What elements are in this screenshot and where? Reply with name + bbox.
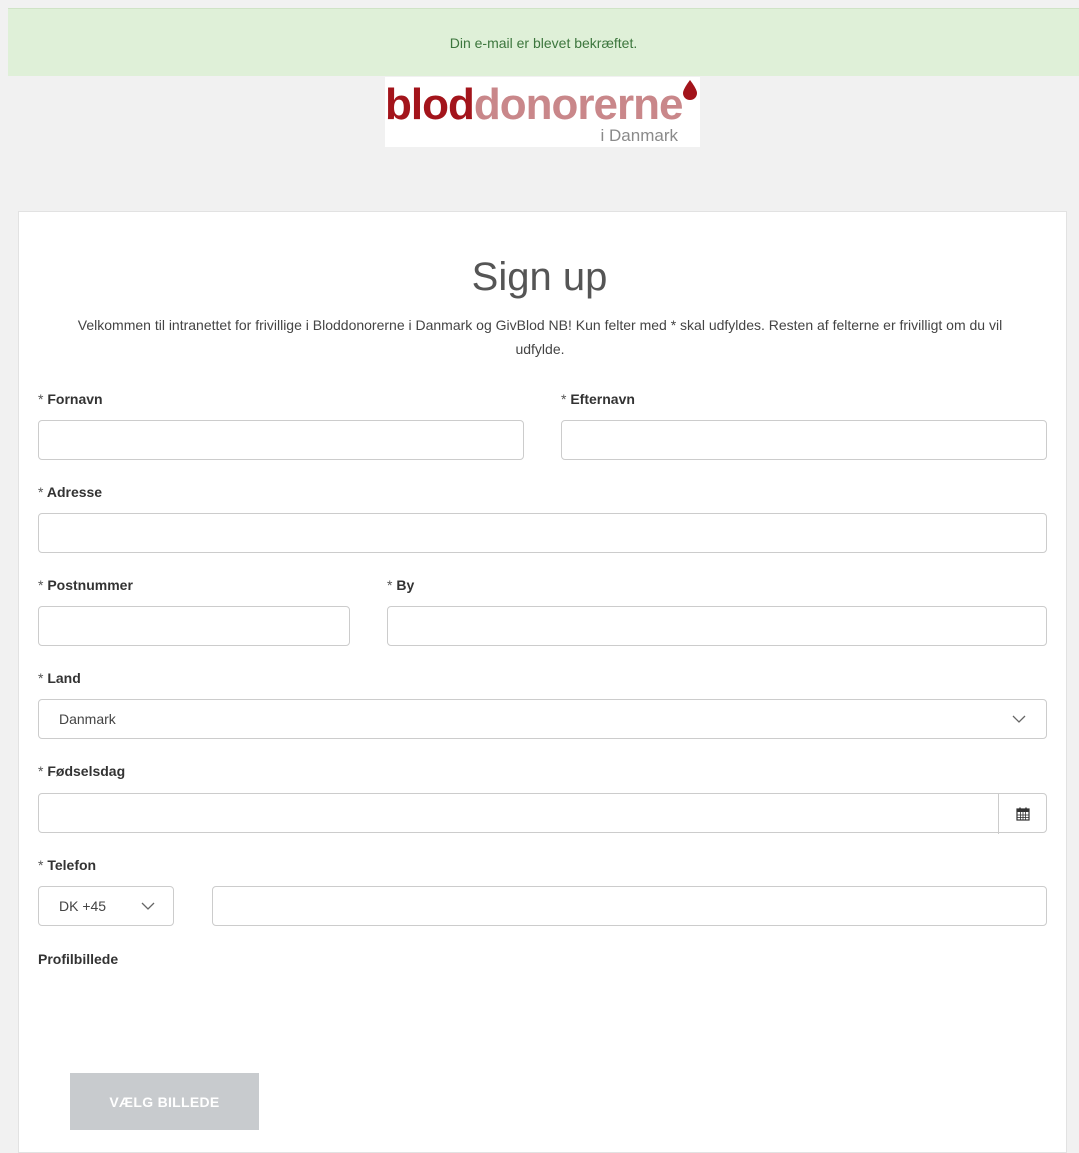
required-marker: * [38, 391, 44, 407]
telefon-input[interactable] [212, 886, 1047, 926]
email-confirmed-alert: Din e-mail er blevet bekræftet. [8, 8, 1079, 76]
adresse-label: * Adresse [38, 484, 102, 500]
country-code-select[interactable]: DK +45 [38, 886, 174, 926]
choose-image-button[interactable]: VÆLG BILLEDE [70, 1073, 259, 1130]
land-label-text: Land [47, 670, 81, 686]
page-title: Sign up [471, 255, 608, 299]
logo-part-light: donorerne [473, 80, 684, 129]
intro-text: Velkommen til intranettet for frivillige… [77, 317, 1003, 357]
land-select[interactable]: Danmark [38, 699, 1047, 739]
adresse-input[interactable] [38, 513, 1047, 553]
profilbillede-label: Profilbillede [38, 951, 119, 967]
alert-message: Din e-mail er blevet bekræftet. [449, 34, 638, 51]
efternavn-label-text: Efternavn [570, 391, 635, 407]
calendar-button[interactable] [998, 794, 1046, 834]
land-selected-value: Danmark [59, 711, 116, 727]
required-marker: * [38, 857, 44, 873]
required-marker: * [387, 577, 393, 593]
foedselsdag-label: * Fødselsdag [38, 763, 125, 779]
efternavn-label: * Efternavn [561, 391, 635, 407]
by-label: * By [387, 577, 414, 593]
efternavn-input[interactable] [561, 420, 1047, 460]
page-top-bar [0, 0, 1079, 8]
required-marker: * [38, 577, 44, 593]
calendar-icon [1015, 807, 1030, 821]
bloddonorerne-logo: bloddonorerne i Danmark [385, 77, 700, 147]
adresse-label-text: Adresse [46, 484, 103, 500]
logo-subtitle: i Danmark [600, 126, 678, 145]
required-marker: * [38, 763, 44, 779]
foedselsdag-label-text: Fødselsdag [47, 763, 126, 779]
telefon-label-text: Telefon [47, 857, 97, 873]
fornavn-label: * Fornavn [38, 391, 103, 407]
by-label-text: By [396, 577, 415, 593]
telefon-label: * Telefon [38, 857, 96, 873]
chevron-down-icon [141, 902, 155, 910]
logo-part-dark: blod [385, 80, 475, 129]
by-input[interactable] [387, 606, 1047, 646]
foedselsdag-input[interactable] [38, 793, 1047, 834]
chevron-down-icon [1012, 715, 1026, 723]
required-marker: * [38, 670, 44, 686]
land-label: * Land [38, 670, 81, 686]
logo-wordmark: bloddonorerne [385, 80, 684, 129]
postnummer-label: * Postnummer [38, 577, 133, 593]
blood-drop-icon [683, 80, 697, 100]
required-marker: * [561, 391, 567, 407]
fornavn-label-text: Fornavn [47, 391, 103, 407]
postnummer-input[interactable] [38, 606, 350, 646]
required-marker: * [38, 484, 44, 500]
country-code-value: DK +45 [59, 898, 107, 914]
fornavn-input[interactable] [38, 420, 524, 460]
postnummer-label-text: Postnummer [47, 577, 133, 593]
